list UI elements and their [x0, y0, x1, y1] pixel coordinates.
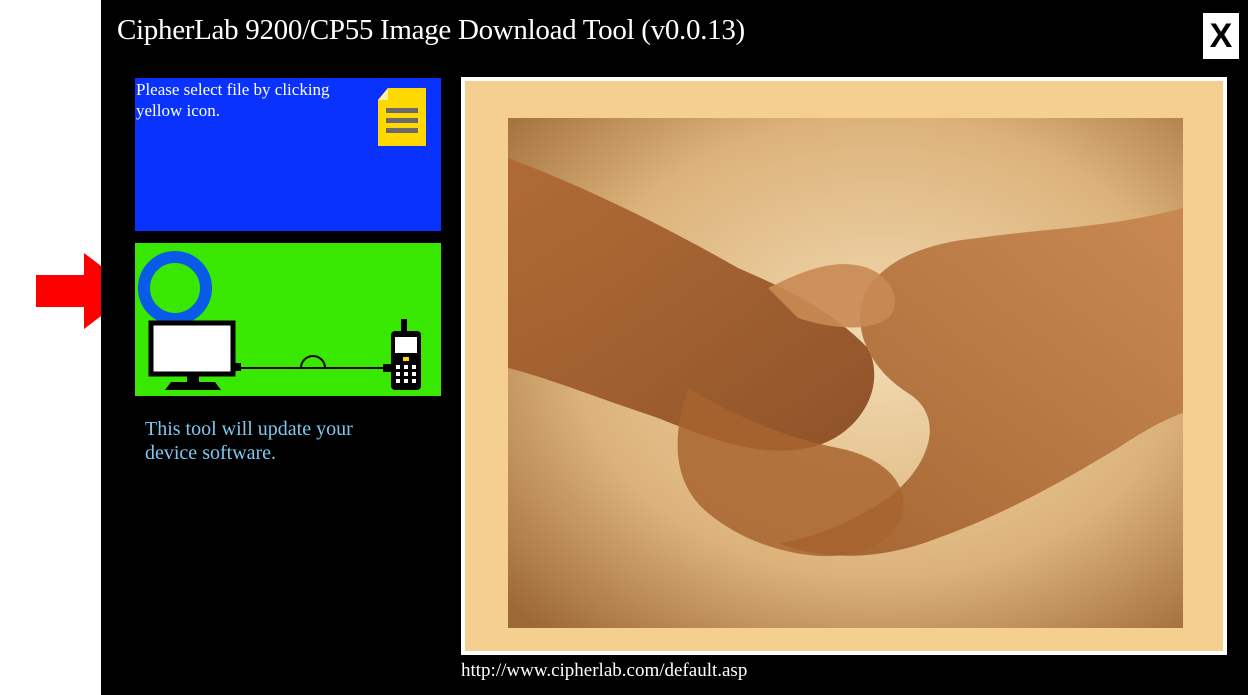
- file-select-instruction: Please select file by clicking yellow ic…: [136, 80, 330, 120]
- handheld-device-icon: [391, 319, 421, 390]
- close-button[interactable]: X: [1201, 11, 1241, 61]
- app-window: CipherLab 9200/CP55 Image Download Tool …: [101, 0, 1248, 695]
- website-url: http://www.cipherlab.com/default.asp: [461, 660, 748, 681]
- tool-description: This tool will update your device softwa…: [145, 418, 353, 464]
- handshake-photo: [508, 118, 1183, 628]
- banner-frame: [461, 77, 1227, 655]
- cable-icon: [233, 355, 391, 372]
- file-select-panel[interactable]: Please select file by clicking yellow ic…: [135, 78, 441, 231]
- close-label: X: [1209, 17, 1233, 55]
- banner-background: [465, 81, 1223, 651]
- window-title: CipherLab 9200/CP55 Image Download Tool …: [117, 14, 745, 46]
- connection-status-panel: [135, 243, 441, 396]
- monitor-icon: [148, 320, 236, 390]
- connection-diagram: [148, 319, 421, 390]
- file-document-icon[interactable]: [378, 88, 426, 146]
